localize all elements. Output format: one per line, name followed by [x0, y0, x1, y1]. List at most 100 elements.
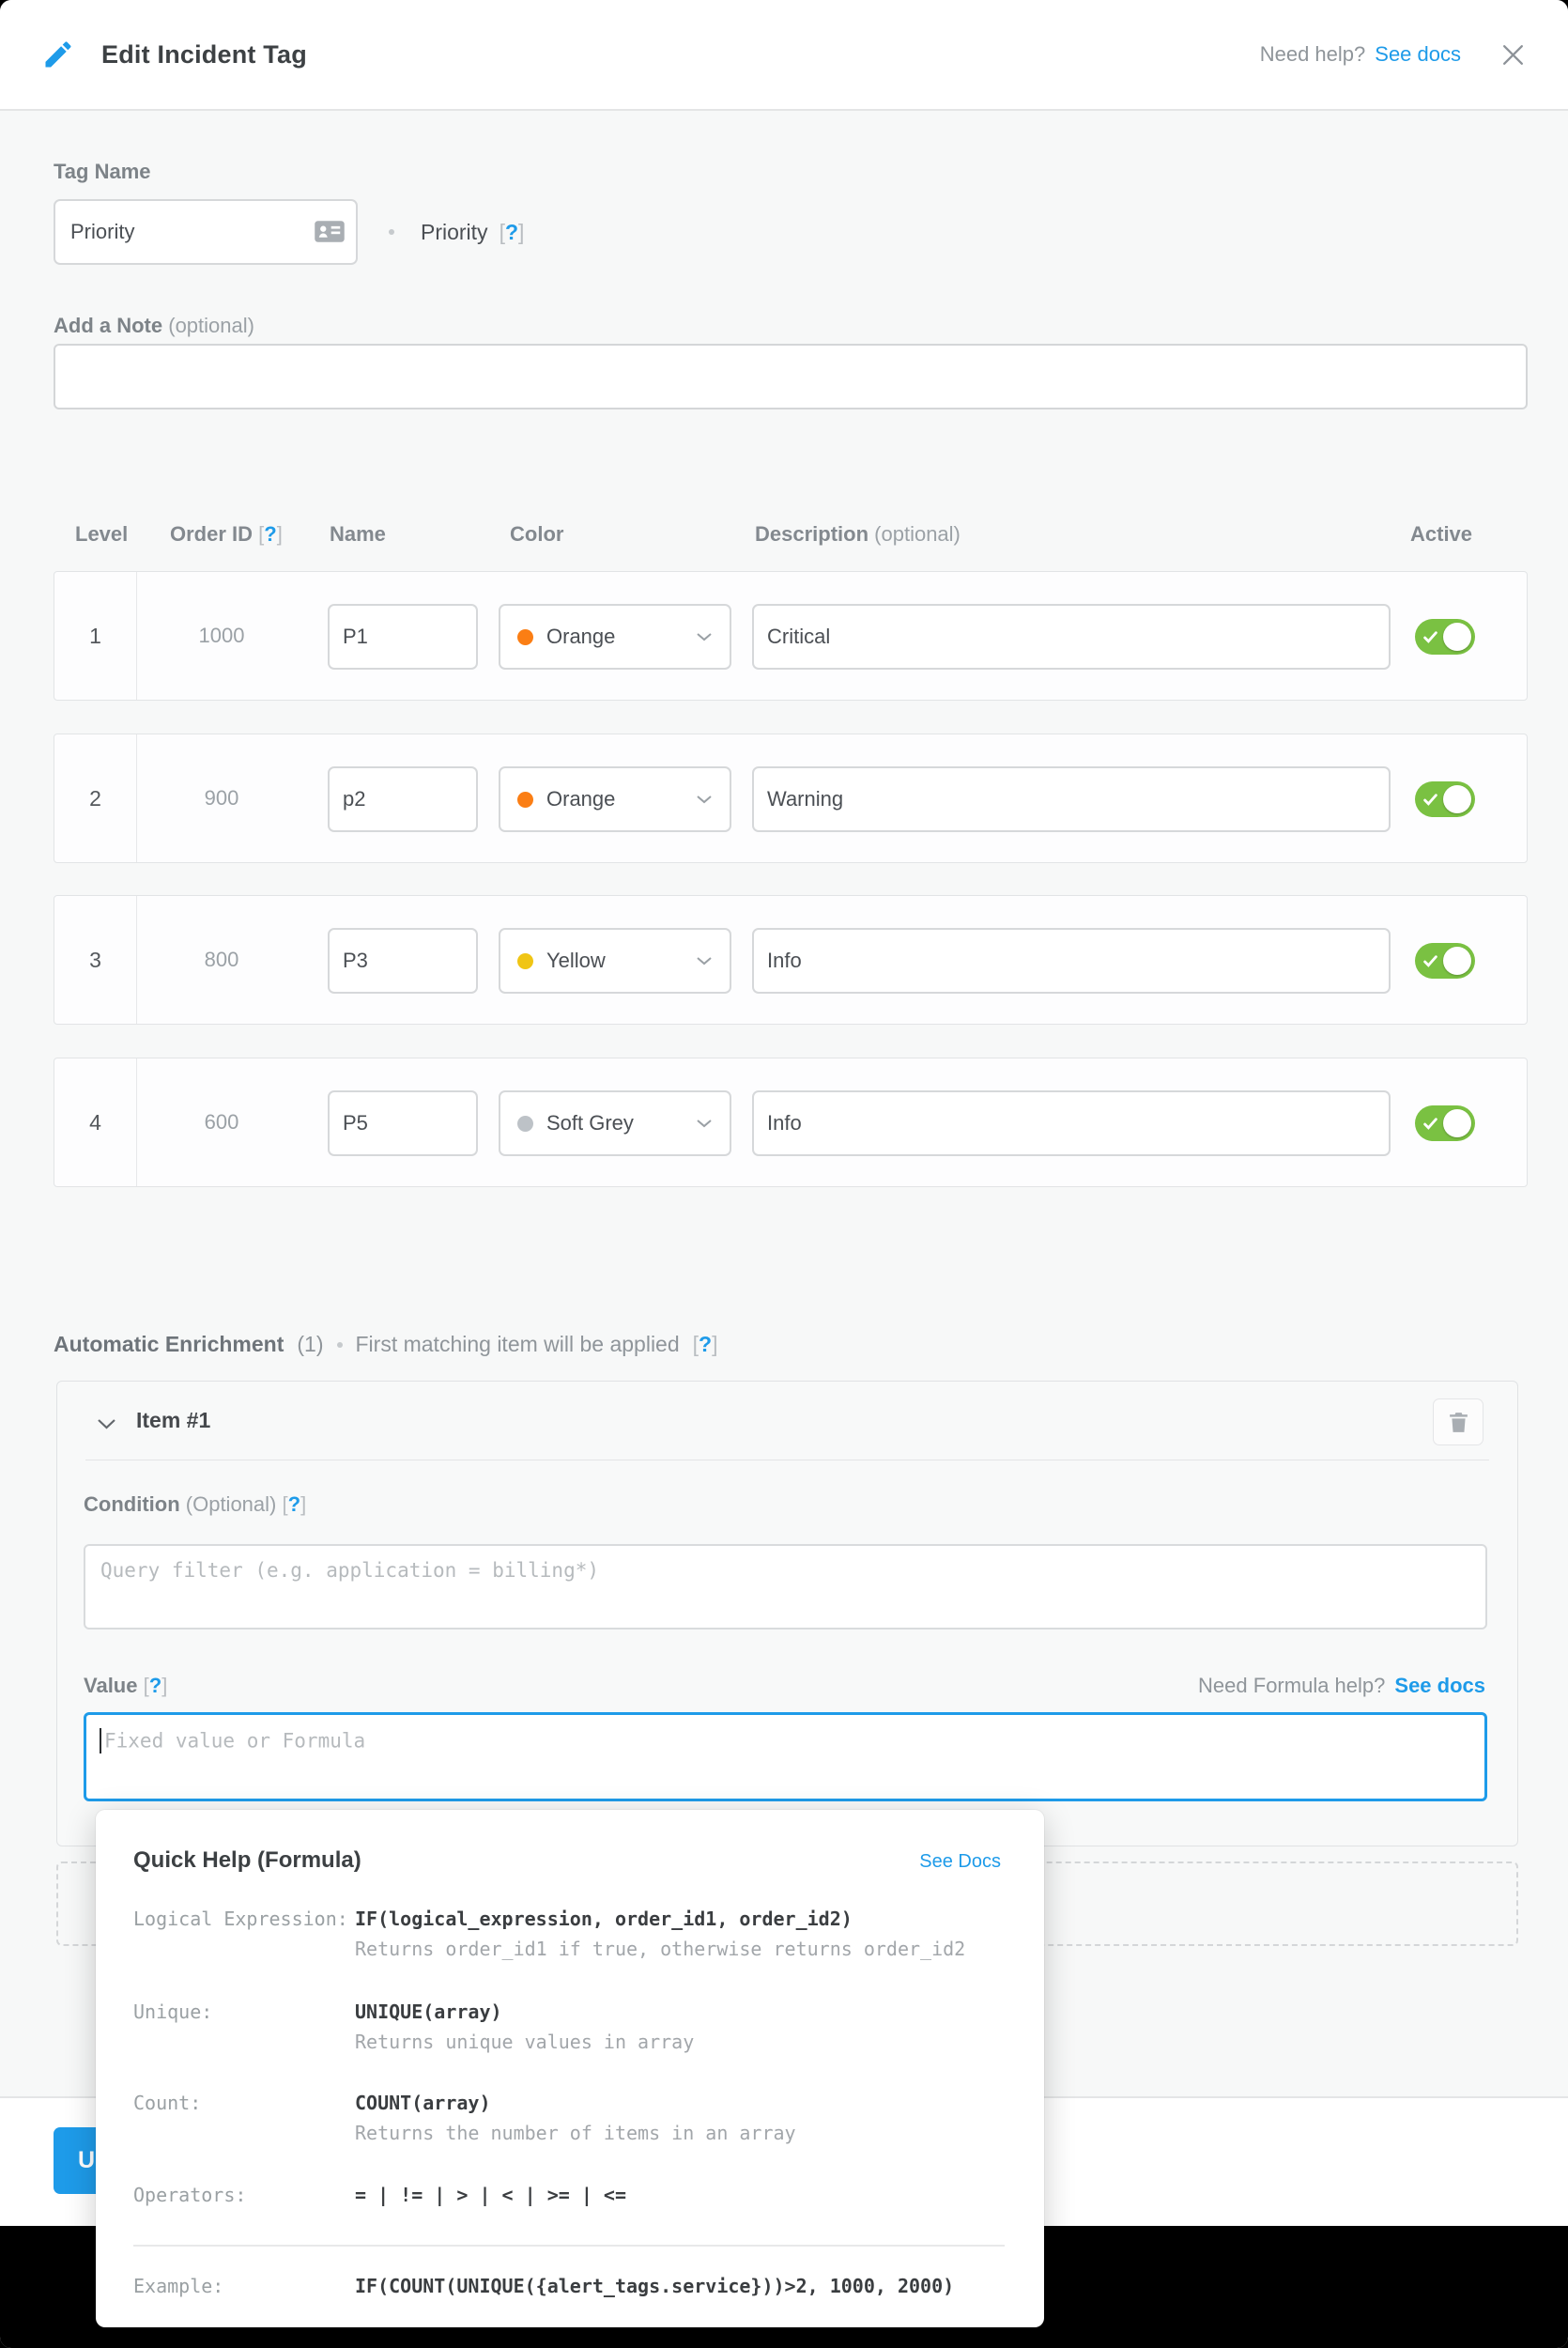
order-id-value: 600 [137, 1058, 306, 1186]
check-icon [1423, 631, 1437, 643]
automatic-enrichment-header: Automatic Enrichment (1) First matching … [54, 1332, 717, 1357]
formula-see-docs-link[interactable]: See docs [1394, 1674, 1485, 1698]
order-id-value: 900 [137, 734, 306, 862]
active-toggle[interactable] [1415, 1105, 1475, 1141]
header-see-docs-link[interactable]: See docs [1375, 42, 1461, 67]
quick-help-see-docs-link[interactable]: See Docs [919, 1851, 1001, 1873]
color-dot [517, 1116, 533, 1132]
formula-help-text: Need Formula help? [1198, 1674, 1385, 1698]
order-id-help-icon[interactable]: [?] [258, 522, 283, 546]
level-row-1: 1 1000 Orange [54, 571, 1528, 701]
level-row-4: 4 600 Soft Grey [54, 1058, 1528, 1187]
level-number: 4 [54, 1058, 137, 1186]
col-name: Name [330, 522, 386, 547]
level-number: 1 [54, 572, 137, 700]
enrichment-help-icon[interactable]: [?] [693, 1332, 718, 1357]
level-row-3: 3 800 Yellow [54, 895, 1528, 1025]
check-icon [1423, 955, 1437, 967]
note-input[interactable] [54, 344, 1528, 409]
tag-name-input[interactable] [54, 199, 358, 265]
collapse-chevron-icon[interactable] [97, 1417, 116, 1434]
close-icon[interactable] [1497, 39, 1529, 70]
example-code: IF(COUNT(UNIQUE({alert_tags.service}))>2… [355, 2271, 1007, 2301]
delete-item-button[interactable] [1433, 1398, 1483, 1445]
chevron-down-icon [696, 795, 713, 804]
formula-code: COUNT(array) [355, 2088, 1007, 2118]
col-active: Active [1410, 522, 1472, 547]
value-input[interactable]: Fixed value or Formula [84, 1712, 1487, 1801]
tag-name-field-wrap [54, 199, 358, 265]
edit-incident-tag-modal: Edit Incident Tag Need help? See docs Ta… [0, 0, 1568, 2348]
formula-desc: Returns order_id1 if true, otherwise ret… [355, 1934, 1007, 1964]
levels-table-header: Level Order ID [?] Name Color Descriptio… [54, 522, 1528, 550]
formula-desc: Returns unique values in array [355, 2027, 1007, 2057]
need-help-text: Need help? [1260, 42, 1366, 67]
formula-code: UNIQUE(array) [355, 1997, 1007, 2027]
toggle-knob [1443, 785, 1471, 813]
toggle-knob [1443, 1109, 1471, 1137]
condition-input[interactable] [84, 1544, 1487, 1630]
tag-name-label: Tag Name [54, 160, 151, 184]
condition-label: Condition (Optional) [?] [84, 1492, 306, 1517]
description-input[interactable] [752, 928, 1391, 994]
value-placeholder: Fixed value or Formula [104, 1730, 365, 1753]
active-toggle[interactable] [1415, 943, 1475, 979]
value-label-row: Value [?] Need Formula help? See docs [84, 1674, 1485, 1698]
color-select[interactable]: Yellow [499, 928, 731, 994]
name-input[interactable] [328, 1090, 478, 1156]
toggle-knob [1443, 947, 1471, 975]
active-toggle[interactable] [1415, 781, 1475, 817]
description-input[interactable] [752, 1090, 1391, 1156]
quick-help-title: Quick Help (Formula) [133, 1847, 361, 1874]
edit-pencil-icon [39, 36, 77, 73]
separator-dot [337, 1342, 343, 1348]
trash-icon [1448, 1411, 1469, 1434]
tag-preview-name: Priority [421, 220, 488, 245]
level-row-2: 2 900 Orange [54, 734, 1528, 863]
check-icon [1423, 1118, 1437, 1130]
name-input[interactable] [328, 604, 478, 670]
note-label: Add a Note (optional) [54, 314, 254, 338]
chevron-down-icon [696, 1119, 713, 1128]
order-id-value: 1000 [137, 572, 306, 700]
description-input[interactable] [752, 604, 1391, 670]
enrichment-item-panel: Item #1 Condition (Optional) [?] Value [… [56, 1381, 1518, 1846]
tag-id-card-icon [314, 219, 346, 249]
tag-preview: Priority [?] [389, 199, 524, 265]
formula-code: IF(logical_expression, order_id1, order_… [355, 1904, 1007, 1934]
level-number: 3 [54, 896, 137, 1024]
color-dot [517, 953, 533, 969]
value-label: Value [?] [84, 1674, 167, 1698]
color-select[interactable]: Orange [499, 604, 731, 670]
color-dot [517, 629, 533, 645]
color-dot [517, 792, 533, 808]
quick-help-popup: Quick Help (Formula) See Docs Logical Ex… [96, 1810, 1044, 2327]
toggle-knob [1443, 623, 1471, 651]
item-title: Item #1 [136, 1408, 210, 1433]
active-toggle[interactable] [1415, 619, 1475, 655]
separator-dot [389, 229, 394, 235]
formula-desc: Returns the number of items in an array [355, 2118, 1007, 2148]
tag-help-icon[interactable]: [?] [500, 220, 525, 245]
color-select[interactable]: Orange [499, 766, 731, 832]
name-input[interactable] [328, 766, 478, 832]
col-order-id: Order ID [?] [170, 522, 283, 547]
order-id-value: 800 [137, 896, 306, 1024]
modal-header: Edit Incident Tag Need help? See docs [0, 0, 1568, 111]
text-caret [100, 1728, 101, 1753]
name-input[interactable] [328, 928, 478, 994]
condition-help-icon[interactable]: [?] [282, 1492, 306, 1516]
col-description: Description (optional) [755, 522, 961, 547]
check-icon [1423, 794, 1437, 806]
color-select[interactable]: Soft Grey [499, 1090, 731, 1156]
chevron-down-icon [696, 956, 713, 965]
col-color: Color [510, 522, 563, 547]
value-help-icon[interactable]: [?] [144, 1674, 168, 1697]
operators-list: = | != | > | < | >= | <= [355, 2180, 1007, 2210]
chevron-down-icon [696, 632, 713, 641]
divider [133, 2245, 1005, 2247]
modal-title: Edit Incident Tag [101, 40, 307, 70]
col-level: Level [75, 522, 128, 547]
level-number: 2 [54, 734, 137, 862]
description-input[interactable] [752, 766, 1391, 832]
